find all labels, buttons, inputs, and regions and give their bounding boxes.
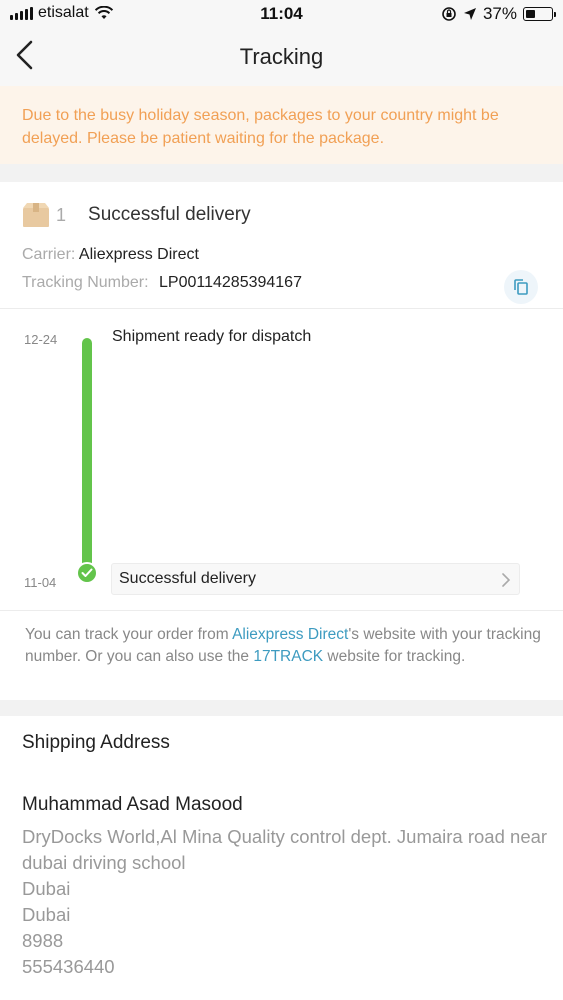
divider <box>0 308 563 309</box>
chevron-right-icon <box>502 573 511 587</box>
carrier-value: Aliexpress Direct <box>78 246 199 263</box>
timeline-progress-bar <box>82 338 92 572</box>
recipient-name: Muhammad Asad Masood <box>22 794 243 815</box>
address-line: Dubai <box>22 904 71 925</box>
tracking-help-text: You can track your order from Aliexpress… <box>25 624 545 668</box>
carrier-label: Carrier: <box>22 246 76 263</box>
help-text-part: website for tracking. <box>323 648 466 665</box>
address-line: 555436440 <box>22 956 115 977</box>
address-lines: DryDocks World,Al Mina Quality control d… <box>22 824 552 980</box>
location-arrow-icon <box>463 8 476 20</box>
timeline-event: Shipment ready for dispatch <box>112 328 312 345</box>
package-status: Successful delivery <box>88 204 251 225</box>
status-bar: etisalat 11:04 37% <box>0 0 563 28</box>
help-text-part: You can track your order from <box>25 626 233 643</box>
tracking-card: 1 Successful delivery Carrier: Aliexpres… <box>0 182 563 700</box>
copy-tracking-button[interactable] <box>504 270 538 304</box>
timeline-event: Successful delivery <box>119 570 256 587</box>
package-box-icon <box>23 203 49 227</box>
divider <box>0 610 563 611</box>
copy-icon <box>514 279 528 295</box>
delivery-detail-row[interactable]: Successful delivery <box>111 563 520 595</box>
shipping-address-card: Shipping Address Muhammad Asad Masood Dr… <box>0 716 563 1000</box>
battery-percent: 37% <box>482 4 517 23</box>
tracking-number-line: Tracking Number: LP00114285394167 <box>22 274 302 292</box>
carrier-line: Carrier: Aliexpress Direct <box>22 246 199 264</box>
holiday-notice: Due to the busy holiday season, packages… <box>0 86 563 164</box>
package-header: 1 Successful delivery <box>22 202 251 228</box>
timeline-date: 11-04 <box>24 575 57 590</box>
package-count: 1 <box>56 204 67 225</box>
timeline-date: 12-24 <box>24 332 58 347</box>
address-line: DryDocks World,Al Mina Quality control d… <box>22 826 548 873</box>
address-line: 8988 <box>22 930 64 951</box>
nav-bar: Tracking <box>0 28 563 86</box>
shipping-address-title: Shipping Address <box>22 732 170 753</box>
17track-link[interactable]: 17TRACK <box>253 648 323 665</box>
battery-icon <box>523 7 556 21</box>
page-title: Tracking <box>239 44 324 69</box>
tracking-number-value: LP00114285394167 <box>159 274 302 291</box>
tracking-number-label: Tracking Number: <box>22 274 149 291</box>
orientation-lock-icon <box>442 7 456 21</box>
check-circle-icon <box>76 562 98 584</box>
carrier-website-link[interactable]: Aliexpress Direct <box>232 626 348 643</box>
address-line: Dubai <box>22 878 71 899</box>
